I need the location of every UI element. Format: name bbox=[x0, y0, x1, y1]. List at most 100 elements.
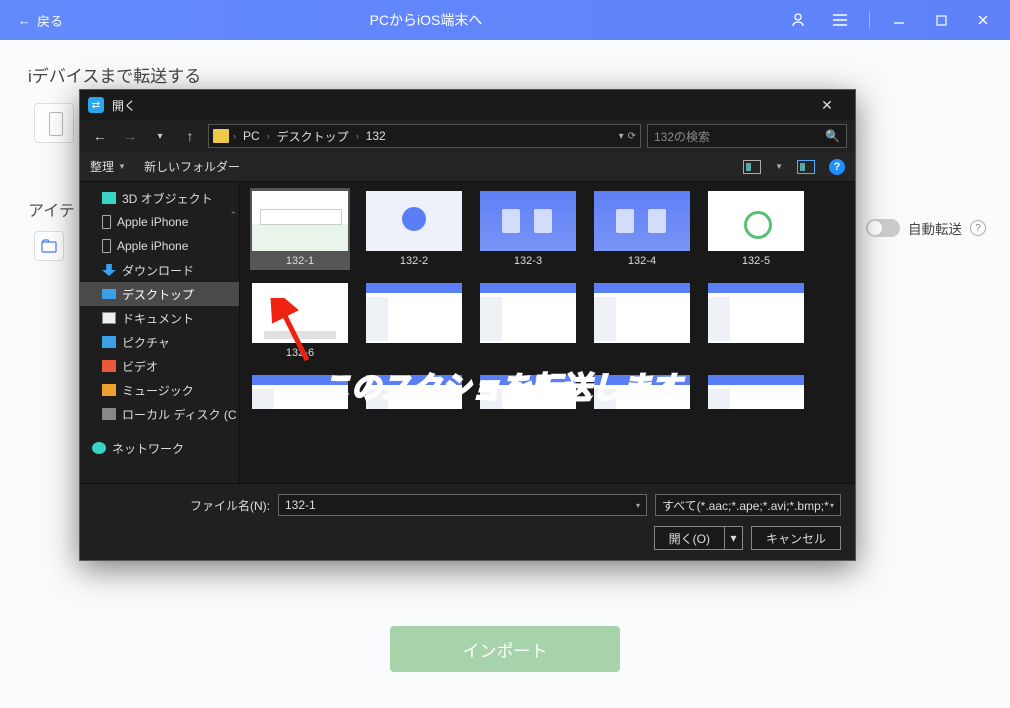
breadcrumb-pc[interactable]: PC bbox=[240, 129, 263, 143]
dialog-title: 開く bbox=[112, 97, 807, 114]
filetype-filter[interactable]: すべて(*.aac;*.ape;*.avi;*.bmp;*.e▾ bbox=[655, 494, 841, 516]
sidebar-item-network[interactable]: ネットワーク bbox=[80, 436, 239, 460]
thumb-preview bbox=[480, 375, 576, 409]
open-button[interactable]: 開く(O) bbox=[654, 526, 725, 550]
sidebar-item-label: Apple iPhone bbox=[117, 215, 188, 229]
thumb-preview bbox=[366, 191, 462, 251]
file-thumb[interactable] bbox=[706, 280, 806, 362]
thumb-preview bbox=[252, 283, 348, 343]
sidebar-item-videos[interactable]: ビデオ bbox=[80, 354, 239, 378]
filename-value: 132-1 bbox=[285, 498, 316, 512]
thumb-label: 132-1 bbox=[286, 255, 314, 267]
thumb-preview bbox=[366, 375, 462, 409]
menu-icon[interactable] bbox=[823, 5, 857, 35]
info-icon[interactable]: ? bbox=[970, 220, 986, 236]
app-title: PCからiOS端末へ bbox=[71, 10, 781, 30]
file-thumb[interactable]: 132-5 bbox=[706, 188, 806, 270]
address-bar[interactable]: › PC › デスクトップ › 132 ▾⟳ bbox=[208, 124, 641, 148]
maximize-button[interactable] bbox=[924, 5, 958, 35]
new-folder-button[interactable]: 新しいフォルダー bbox=[144, 158, 240, 175]
thumb-preview bbox=[480, 191, 576, 251]
sidebar-item-pictures[interactable]: ピクチャ bbox=[80, 330, 239, 354]
add-file-button[interactable] bbox=[34, 231, 64, 261]
file-thumb[interactable] bbox=[364, 372, 464, 412]
chevron-down-icon[interactable]: ▾ bbox=[619, 131, 624, 142]
thumb-preview bbox=[594, 283, 690, 343]
dialog-content[interactable]: 132-1 132-2 132-3 132-4 132-5 132-6 bbox=[240, 182, 855, 483]
file-thumb[interactable]: 132-2 bbox=[364, 188, 464, 270]
nav-recent-button[interactable]: ▾ bbox=[148, 124, 172, 148]
thumb-label: 132-3 bbox=[514, 255, 542, 267]
sidebar-item-label: デスクトップ bbox=[122, 286, 194, 303]
close-button[interactable] bbox=[966, 5, 1000, 35]
thumb-preview bbox=[594, 191, 690, 251]
thumb-preview bbox=[708, 191, 804, 251]
file-thumb[interactable] bbox=[478, 372, 578, 412]
refresh-icon[interactable]: ⟳ bbox=[628, 131, 636, 142]
file-thumb[interactable]: 132-4 bbox=[592, 188, 692, 270]
help-icon[interactable]: ? bbox=[829, 159, 845, 175]
sidebar-item-label: 3D オブジェクト bbox=[122, 190, 213, 207]
breadcrumb-desktop[interactable]: デスクトップ bbox=[274, 128, 352, 145]
sidebar-item-music[interactable]: ミュージック bbox=[80, 378, 239, 402]
nav-back-button[interactable]: ← bbox=[88, 124, 112, 148]
filename-input[interactable]: 132-1 ▾ bbox=[278, 494, 647, 516]
sidebar-item-iphone[interactable]: Apple iPhone bbox=[80, 234, 239, 258]
nav-forward-button[interactable]: → bbox=[118, 124, 142, 148]
phone-icon bbox=[102, 239, 111, 253]
nav-up-button[interactable]: ↑ bbox=[178, 124, 202, 148]
file-thumb[interactable] bbox=[592, 372, 692, 412]
user-icon[interactable] bbox=[781, 5, 815, 35]
dialog-navbar: ← → ▾ ↑ › PC › デスクトップ › 132 ▾⟳ 132の検索 🔍 bbox=[80, 120, 855, 152]
sidebar-item-label: Apple iPhone bbox=[117, 239, 188, 253]
open-dropdown-button[interactable]: ▾ bbox=[725, 526, 743, 550]
sidebar-item-label: ダウンロード bbox=[122, 262, 194, 279]
file-thumb[interactable] bbox=[706, 372, 806, 412]
preview-pane-button[interactable] bbox=[797, 160, 815, 174]
file-open-dialog: ⇄ 開く ✕ ← → ▾ ↑ › PC › デスクトップ › 132 ▾⟳ 13… bbox=[79, 89, 856, 561]
sidebar-item-documents[interactable]: ドキュメント bbox=[80, 306, 239, 330]
sidebar-item-label: ネットワーク bbox=[112, 440, 184, 457]
file-thumb[interactable] bbox=[364, 280, 464, 362]
chevron-down-icon[interactable]: ▾ bbox=[830, 501, 834, 510]
file-thumb[interactable] bbox=[592, 280, 692, 362]
auto-transfer-toggle[interactable] bbox=[866, 219, 900, 237]
dialog-sidebar: 3D オブジェクト ⌃ Apple iPhone Apple iPhone ダウン… bbox=[80, 182, 240, 483]
file-thumb[interactable] bbox=[478, 280, 578, 362]
chevron-up-icon[interactable]: ⌃ bbox=[229, 210, 237, 221]
back-arrow-icon: ← bbox=[18, 13, 31, 28]
search-input[interactable]: 132の検索 🔍 bbox=[647, 124, 847, 148]
sidebar-item-label: ドキュメント bbox=[122, 310, 194, 327]
thumb-preview bbox=[708, 375, 804, 409]
sidebar-item-desktop[interactable]: デスクトップ bbox=[80, 282, 239, 306]
sidebar-item-local-disk[interactable]: ローカル ディスク (C bbox=[80, 402, 239, 426]
breadcrumb-folder[interactable]: 132 bbox=[363, 129, 389, 143]
view-options-button[interactable] bbox=[743, 160, 761, 174]
file-thumb[interactable]: 132-6 bbox=[250, 280, 350, 362]
thumb-preview bbox=[252, 375, 348, 409]
device-icon[interactable] bbox=[34, 103, 74, 143]
sidebar-item-downloads[interactable]: ダウンロード bbox=[80, 258, 239, 282]
chevron-icon: › bbox=[233, 131, 236, 141]
sidebar-item-label: ビデオ bbox=[122, 358, 158, 375]
thumb-preview bbox=[594, 375, 690, 409]
auto-transfer-row: 自動転送 ? bbox=[866, 218, 986, 238]
thumb-preview bbox=[708, 283, 804, 343]
minimize-button[interactable] bbox=[882, 5, 916, 35]
dialog-close-button[interactable]: ✕ bbox=[807, 92, 847, 118]
file-thumb[interactable]: 132-1 bbox=[250, 188, 350, 270]
auto-transfer-label: 自動転送 bbox=[908, 218, 962, 238]
organize-menu[interactable]: 整理▼ bbox=[90, 158, 126, 175]
thumb-preview bbox=[480, 283, 576, 343]
cancel-button[interactable]: キャンセル bbox=[751, 526, 841, 550]
sidebar-item-3d-objects[interactable]: 3D オブジェクト bbox=[80, 186, 239, 210]
file-thumb[interactable]: 132-3 bbox=[478, 188, 578, 270]
sidebar-item-iphone[interactable]: Apple iPhone bbox=[80, 210, 239, 234]
sidebar-item-label: ミュージック bbox=[122, 382, 194, 399]
file-thumb[interactable] bbox=[250, 372, 350, 412]
download-icon bbox=[102, 264, 116, 276]
view-dropdown-icon[interactable]: ▼ bbox=[775, 162, 783, 171]
chevron-down-icon[interactable]: ▾ bbox=[636, 501, 640, 510]
back-button[interactable]: ← 戻る bbox=[10, 7, 71, 34]
import-button[interactable]: インポート bbox=[390, 626, 620, 672]
